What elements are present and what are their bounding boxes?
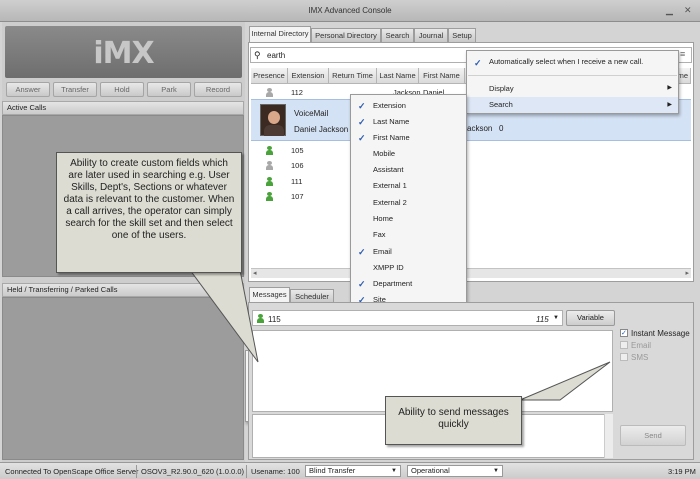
window-title: IMX Advanced Console xyxy=(308,6,392,15)
clock: 3:19 PM xyxy=(668,467,696,476)
avatar xyxy=(260,104,286,136)
search-field-fax[interactable]: Fax xyxy=(351,230,466,244)
active-calls-header: Active Calls xyxy=(2,101,244,115)
checkmark-icon: ✓ xyxy=(358,279,366,289)
close-icon[interactable]: ✕ xyxy=(684,5,692,16)
checkbox-icon xyxy=(620,341,628,349)
checkmark-icon: ✓ xyxy=(358,133,366,143)
voicemail-label: VoiceMail xyxy=(294,109,329,118)
transfer-mode-select[interactable]: Blind Transfer ▼ xyxy=(305,465,401,477)
version-label: OSOV3_R2.90.0_620 (1.0.0.0) xyxy=(141,467,244,476)
column-extension[interactable]: Extension xyxy=(288,68,329,84)
status-bar: Connected To OpenScape Office Server OSO… xyxy=(0,462,700,479)
presence-icon xyxy=(266,177,273,186)
table-row[interactable]: 111 xyxy=(251,176,691,187)
hold-button[interactable]: Hold xyxy=(100,82,144,97)
park-button[interactable]: Park xyxy=(147,82,191,97)
variable-button[interactable]: Variable xyxy=(566,310,615,326)
display-menu-item[interactable]: Display ▶ xyxy=(467,84,678,96)
checkmark-icon: ✓ xyxy=(358,247,366,257)
minimize-icon[interactable]: ▁ xyxy=(666,5,673,16)
checkbox-checked-icon: ✓ xyxy=(620,329,628,337)
search-field-first-name[interactable]: ✓ First Name xyxy=(351,133,466,147)
answer-button[interactable]: Answer xyxy=(6,82,50,97)
search-icon: ⚲ xyxy=(254,50,261,60)
checkmark-icon: ✓ xyxy=(358,101,366,111)
column-first-name[interactable]: First Name xyxy=(419,68,465,84)
auto-select-option[interactable]: ✓ Automatically select when I receive a … xyxy=(467,57,678,73)
presence-icon xyxy=(266,88,273,97)
transfer-button[interactable]: Transfer xyxy=(53,82,97,97)
tab-search[interactable]: Search xyxy=(381,28,414,42)
column-presence[interactable]: Presence xyxy=(251,68,288,84)
menu-icon[interactable]: ≡ xyxy=(680,49,685,59)
presence-icon xyxy=(266,146,273,155)
search-field-extension[interactable]: ✓ Extension xyxy=(351,101,466,115)
recipient-field[interactable]: 115 115 ▼ xyxy=(252,310,563,326)
search-field-last-name[interactable]: ✓ Last Name xyxy=(351,117,466,131)
submenu-arrow-icon: ▶ xyxy=(667,85,672,91)
search-field-home[interactable]: Home xyxy=(351,214,466,228)
username-label: Usename: 100 xyxy=(251,467,300,476)
dropdown-arrow-icon: ▼ xyxy=(553,315,559,321)
search-field-external-1[interactable]: External 1 xyxy=(351,181,466,195)
callout-send-messages: Ability to send messages quickly xyxy=(385,396,522,445)
checkmark-icon: ✓ xyxy=(358,117,366,127)
search-menu-item[interactable]: Search ▶ xyxy=(467,97,678,113)
search-field-xmpp-id[interactable]: XMPP ID xyxy=(351,263,466,277)
vertical-scrollbar[interactable] xyxy=(604,414,613,458)
search-field-external-2[interactable]: External 2 xyxy=(351,198,466,212)
callout-custom-fields: Ability to create custom fields which ar… xyxy=(56,152,242,273)
tab-personal-directory[interactable]: Personal Directory xyxy=(311,28,381,42)
search-field-assistant[interactable]: Assistant xyxy=(351,165,466,179)
callout-pointer xyxy=(189,270,259,363)
presence-icon xyxy=(266,161,273,170)
options-menu: ✓ Automatically select when I receive a … xyxy=(466,50,679,114)
search-field-email[interactable]: ✓ Email xyxy=(351,247,466,261)
scroll-right-icon: ▸ xyxy=(685,270,689,277)
tab-setup[interactable]: Setup xyxy=(448,28,476,42)
voicemail-name: Daniel Jackson xyxy=(294,125,349,134)
checkmark-icon: ✓ xyxy=(474,58,482,68)
column-last-name[interactable]: Last Name xyxy=(377,68,419,84)
presence-icon xyxy=(266,192,273,201)
tab-journal[interactable]: Journal xyxy=(414,28,448,42)
search-field-department[interactable]: ✓ Department xyxy=(351,279,466,293)
search-field-mobile[interactable]: Mobile xyxy=(351,149,466,163)
horizontal-scrollbar[interactable]: ◂ ▸ xyxy=(251,268,691,278)
tab-scheduler[interactable]: Scheduler xyxy=(290,289,334,303)
dropdown-arrow-icon: ▼ xyxy=(493,468,499,474)
column-return-time[interactable]: Return Time xyxy=(329,68,377,84)
status-select[interactable]: Operational ▼ xyxy=(407,465,503,477)
send-button[interactable]: Send xyxy=(620,425,686,446)
connection-status: Connected To OpenScape Office Server xyxy=(5,467,139,476)
submenu-arrow-icon: ▶ xyxy=(667,102,672,108)
dropdown-arrow-icon: ▼ xyxy=(391,468,397,474)
table-row[interactable]: 107 xyxy=(251,191,691,202)
table-row[interactable]: 105 xyxy=(251,145,691,156)
checkbox-icon xyxy=(620,353,628,361)
table-row[interactable]: 106 xyxy=(251,160,691,171)
title-bar: IMX Advanced Console ▁ ✕ xyxy=(0,0,700,22)
imx-logo: iMX xyxy=(5,26,242,78)
tab-internal-directory[interactable]: Internal Directory xyxy=(249,26,311,42)
record-button[interactable]: Record xyxy=(194,82,242,97)
